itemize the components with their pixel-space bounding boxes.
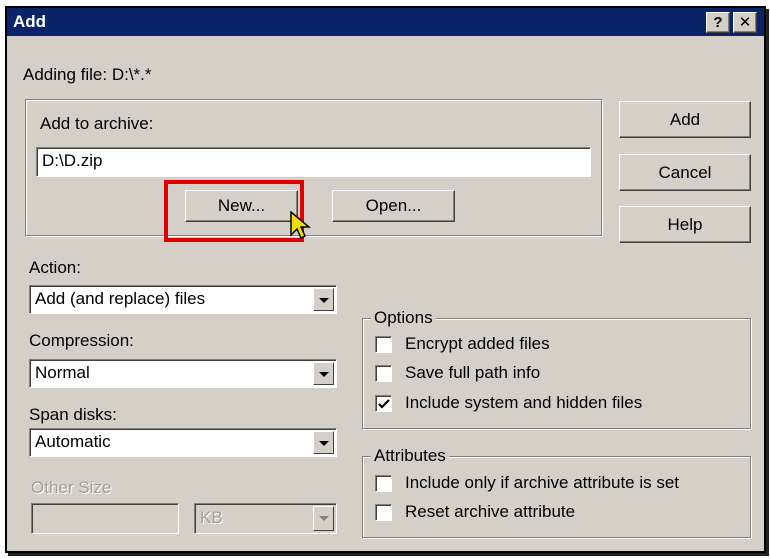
- chevron-down-icon[interactable]: [313, 288, 334, 311]
- open-button[interactable]: Open...: [332, 190, 455, 222]
- chevron-down-icon: [313, 506, 334, 531]
- archive-path-input[interactable]: D:\D.zip: [36, 147, 591, 177]
- add-to-archive-label: Add to archive:: [40, 114, 154, 133]
- adding-file-label: Adding file: D:\*.*: [23, 65, 152, 84]
- encrypt-label: Encrypt added files: [405, 334, 550, 353]
- compression-select-value: Normal: [35, 363, 90, 382]
- span-disks-select-value: Automatic: [35, 432, 111, 451]
- mouse-cursor-icon: [290, 211, 311, 240]
- dialog-title: Add: [13, 12, 47, 31]
- span-disks-select[interactable]: Automatic: [29, 428, 337, 457]
- archive-attribute-checkbox[interactable]: [375, 475, 392, 492]
- other-size-label: Other Size: [31, 478, 112, 497]
- attributes-group: Attributes Include only if archive attri…: [362, 446, 751, 538]
- include-system-label: Include system and hidden files: [405, 393, 643, 412]
- action-label: Action:: [29, 258, 81, 277]
- title-bar: Add ? ✕: [7, 8, 764, 36]
- save-path-checkbox[interactable]: [375, 365, 392, 382]
- reset-attribute-checkbox[interactable]: [375, 504, 392, 521]
- encrypt-checkbox[interactable]: [375, 336, 392, 353]
- other-size-input: [31, 503, 179, 534]
- save-path-label: Save full path info: [405, 363, 541, 382]
- size-unit-select: KB: [194, 503, 337, 534]
- close-title-button[interactable]: ✕: [733, 12, 757, 33]
- help-title-button[interactable]: ?: [706, 12, 730, 33]
- archive-attribute-label: Include only if archive attribute is set: [405, 473, 680, 492]
- options-group: Options Encrypt added files Save full pa…: [362, 308, 751, 429]
- archive-group: Add to archive: D:\D.zip New... Open...: [25, 99, 602, 236]
- compression-label: Compression:: [29, 331, 134, 350]
- add-button[interactable]: Add: [619, 101, 751, 138]
- size-unit-value: KB: [200, 508, 223, 527]
- options-title: Options: [371, 308, 436, 328]
- chevron-down-icon[interactable]: [313, 362, 334, 385]
- check-icon: [378, 399, 390, 409]
- help-button[interactable]: Help: [619, 206, 751, 243]
- span-disks-label: Span disks:: [29, 405, 117, 424]
- action-select-value: Add (and replace) files: [35, 289, 206, 308]
- chevron-down-icon[interactable]: [313, 431, 334, 454]
- cancel-button[interactable]: Cancel: [619, 154, 751, 191]
- include-system-checkbox[interactable]: [375, 395, 392, 412]
- reset-attribute-label: Reset archive attribute: [405, 502, 576, 521]
- compression-select[interactable]: Normal: [29, 359, 337, 388]
- attributes-title: Attributes: [371, 446, 449, 466]
- action-select[interactable]: Add (and replace) files: [29, 285, 337, 314]
- add-dialog: Add ? ✕ Adding file: D:\*.* Add to archi…: [5, 6, 766, 553]
- new-button-highlight: [164, 180, 304, 242]
